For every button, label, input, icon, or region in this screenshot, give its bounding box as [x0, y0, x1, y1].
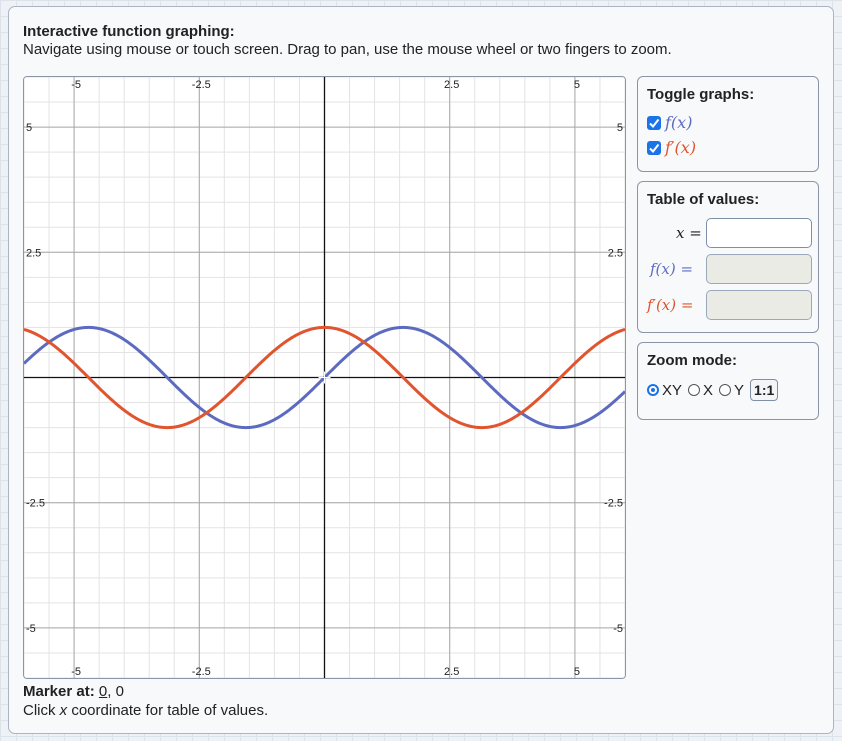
zoom-y-radio[interactable]: [719, 384, 732, 396]
checkbox-fprime[interactable]: [647, 140, 661, 155]
checkmark-icon: [649, 118, 660, 128]
zoom-options: XY X Y 1:1: [647, 379, 779, 401]
checkmark-icon: [649, 143, 660, 153]
y-tick-label-left: 5: [26, 122, 32, 134]
toggle-fprime-row[interactable]: f′(x): [647, 138, 696, 157]
widget-title: Interactive function graphing:: [23, 23, 235, 40]
hint-suffix: coordinate for table of values.: [67, 702, 269, 719]
x-tick-label-top: -2.5: [192, 79, 211, 91]
zoom-x-radio[interactable]: [688, 384, 701, 396]
fprime-value-output: [706, 290, 812, 320]
y-tick-label-right: -2.5: [604, 498, 623, 510]
marker-y-value: 0: [115, 683, 124, 700]
x-tick-label-top: 2.5: [444, 79, 459, 91]
fprime-output-label: f′(x) =: [647, 296, 694, 314]
zoom-xy-label[interactable]: XY: [662, 382, 682, 399]
x-input-label: x =: [676, 224, 702, 242]
x-tick-label-bottom: 2.5: [444, 666, 459, 678]
marker-separator: ,: [107, 683, 112, 700]
checkbox-f[interactable]: [647, 115, 661, 130]
toggle-fprime-label: f′(x): [665, 138, 697, 157]
zoom-y-label[interactable]: Y: [734, 382, 744, 399]
graph-svg[interactable]: -5 -5 -2.5 -2.5 2.5 2.5 5 5 5 5 2.5 2.5 -2.5 -2.5 -5 -5: [24, 77, 625, 678]
table-heading: Table of values:: [647, 191, 760, 208]
y-tick-label-right: 2.5: [608, 247, 623, 259]
zoom-mode-panel: Zoom mode: XY X Y 1:1: [637, 342, 819, 420]
toggle-f-label: f(x): [665, 113, 693, 132]
y-tick-label-left: 2.5: [26, 247, 41, 259]
x-tick-label-top: -5: [71, 79, 81, 91]
function-graphing-widget: Interactive function graphing: Navigate …: [8, 6, 834, 734]
toggle-heading: Toggle graphs:: [647, 86, 755, 103]
x-tick-label-bottom: 5: [574, 666, 580, 678]
table-of-values-panel: Table of values: x = f(x) = f′(x) =: [637, 181, 819, 333]
y-tick-label-right: 5: [617, 122, 623, 134]
f-value-output: [706, 254, 812, 284]
marker-x-link[interactable]: 0: [99, 683, 107, 700]
x-value-input[interactable]: [706, 218, 812, 248]
x-tick-label-top: 5: [574, 79, 580, 91]
zoom-heading: Zoom mode:: [647, 352, 737, 369]
hint-prefix: Click: [23, 702, 60, 719]
table-hint: Click x coordinate for table of values.: [23, 702, 268, 719]
marker-label: Marker at:: [23, 683, 95, 700]
x-tick-label-bottom: -2.5: [192, 666, 211, 678]
y-tick-label-left: -5: [26, 623, 36, 635]
aspect-ratio-button[interactable]: 1:1: [750, 379, 779, 401]
widget-instructions: Navigate using mouse or touch screen. Dr…: [23, 41, 672, 58]
toggle-graphs-panel: Toggle graphs: f(x) f′(x): [637, 76, 819, 172]
f-output-label: f(x) =: [650, 260, 694, 278]
graph-canvas[interactable]: -5 -5 -2.5 -2.5 2.5 2.5 5 5 5 5 2.5 2.5 -2.5 -2.5 -5 -5: [23, 76, 626, 679]
zoom-xy-radio[interactable]: [647, 384, 659, 396]
toggle-f-row[interactable]: f(x): [647, 113, 692, 132]
marker-readout: Marker at: 0, 0: [23, 683, 124, 700]
x-tick-label-bottom: -5: [71, 666, 81, 678]
y-tick-label-left: -2.5: [26, 498, 45, 510]
zoom-x-label[interactable]: X: [703, 382, 713, 399]
y-tick-label-right: -5: [613, 623, 623, 635]
